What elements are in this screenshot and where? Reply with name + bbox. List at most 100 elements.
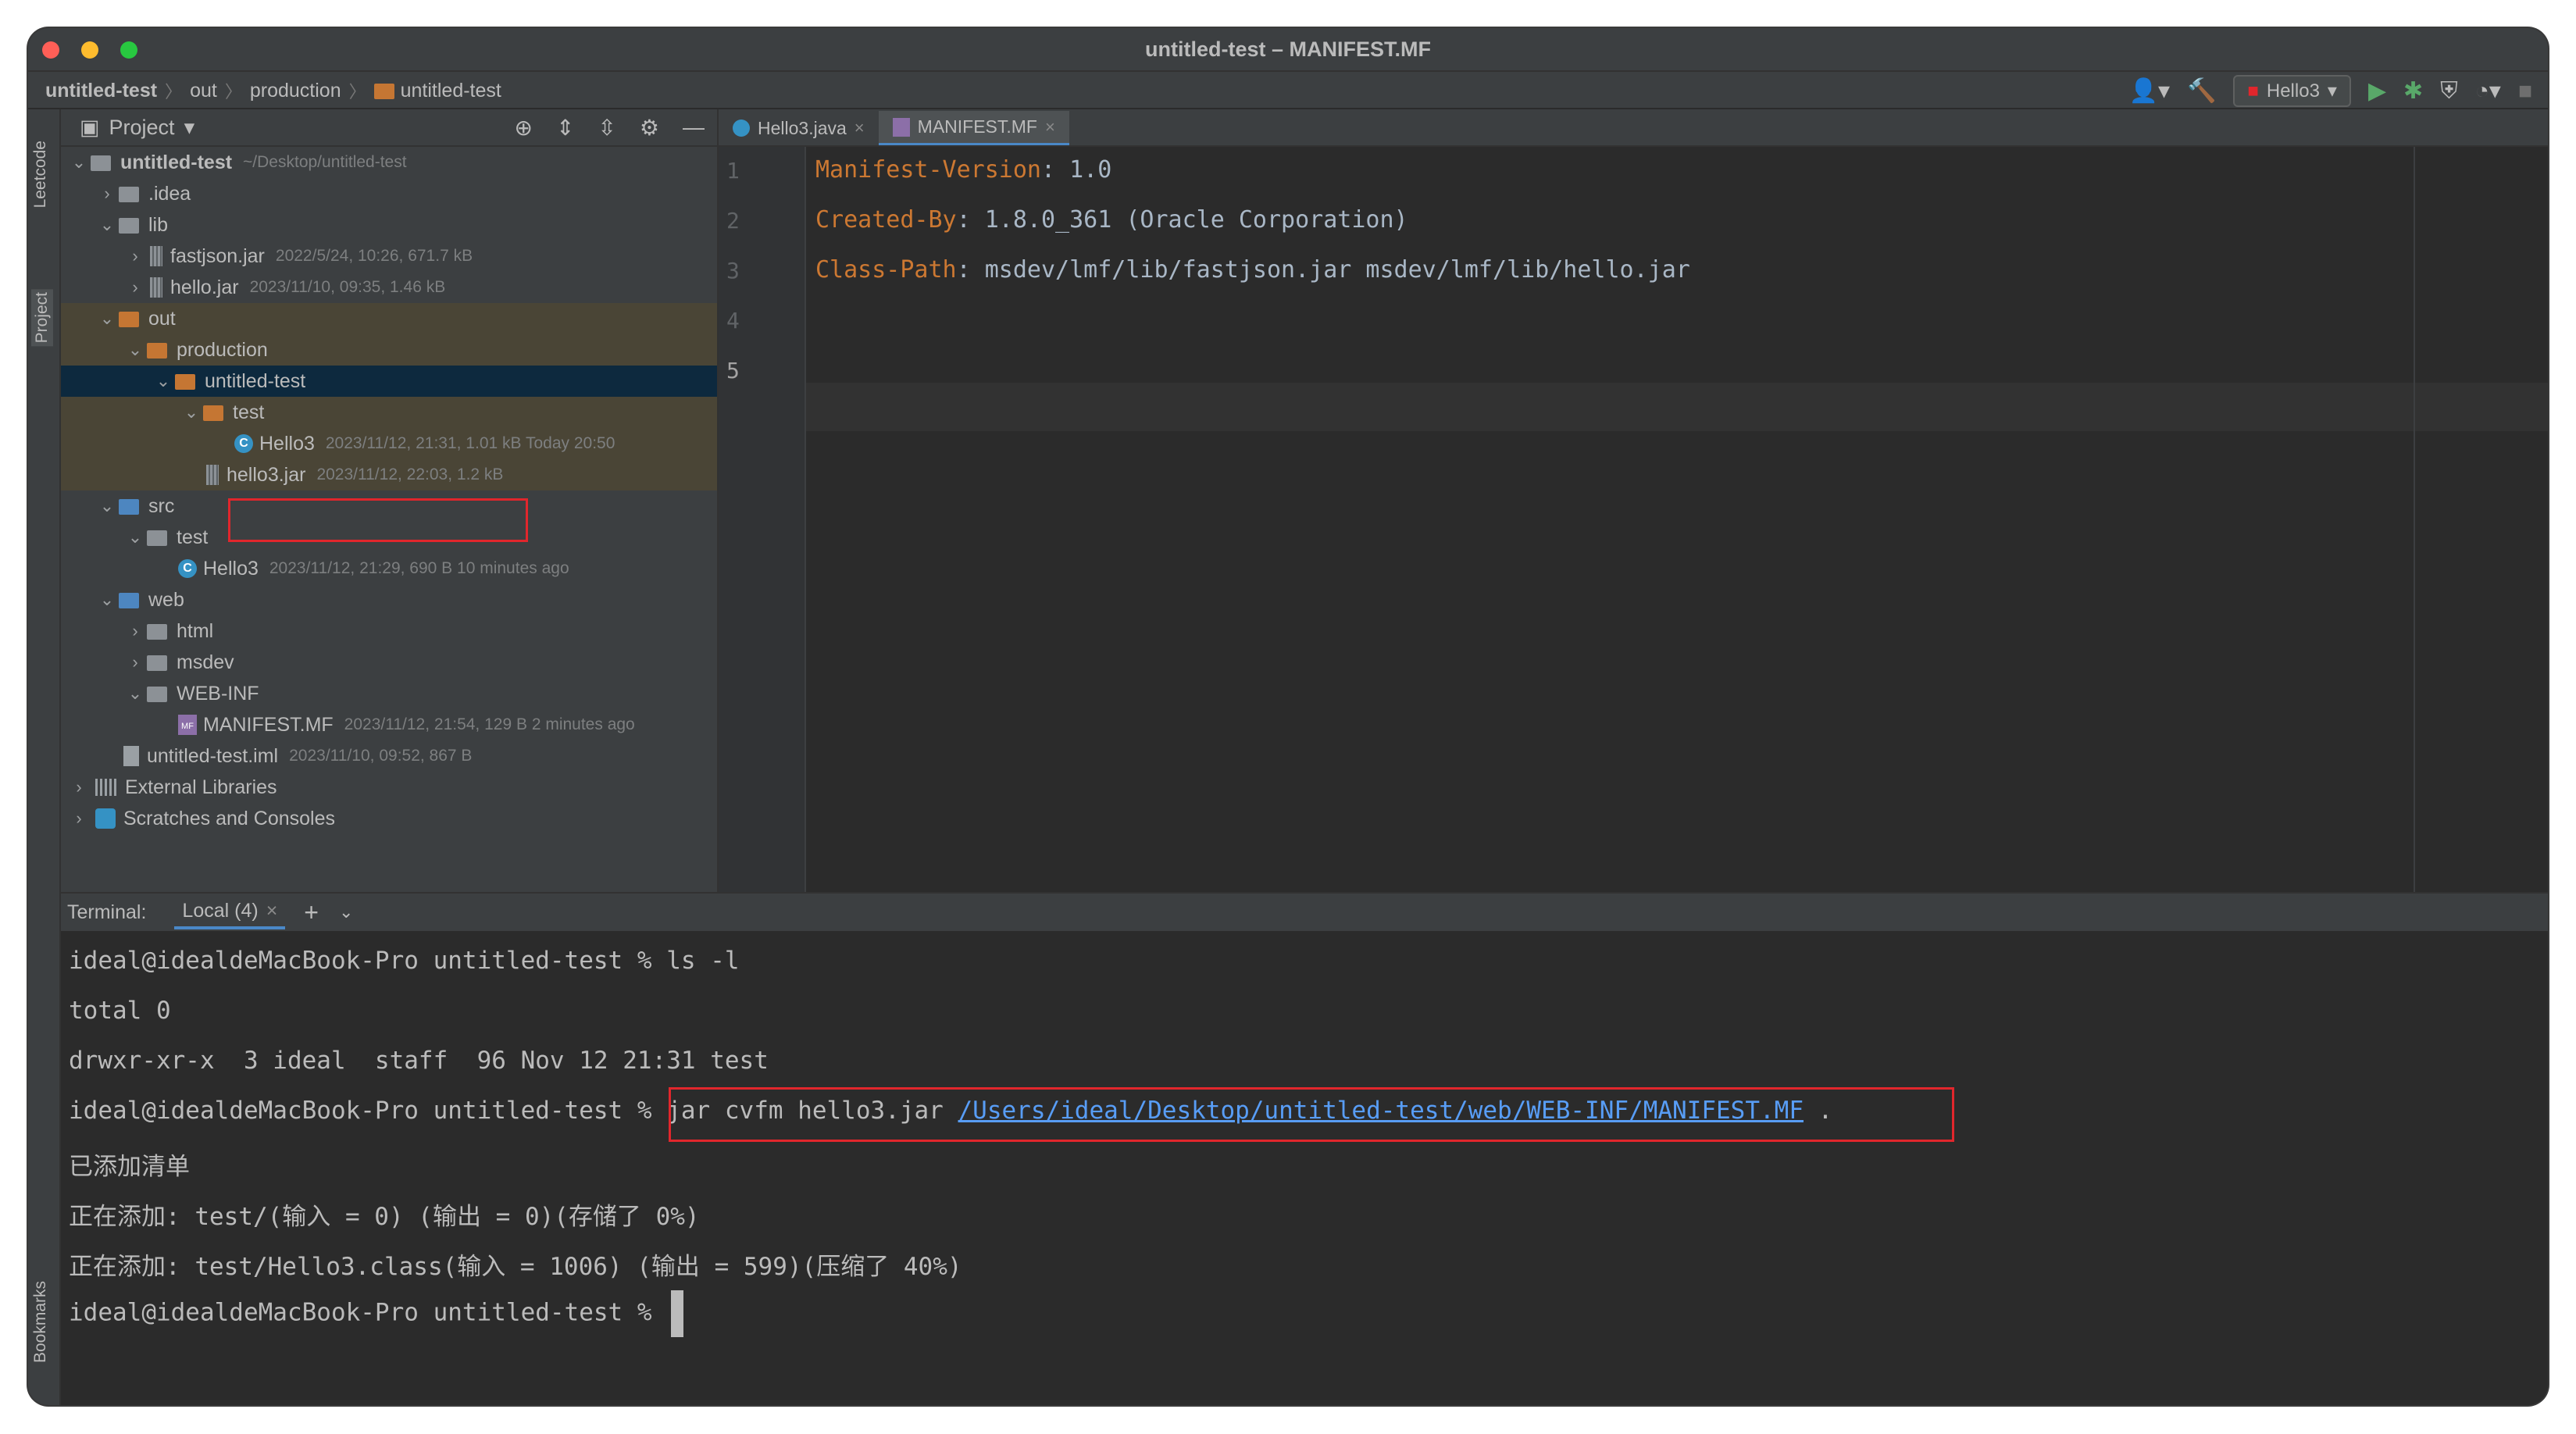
run-icon[interactable]: ▶ bbox=[2368, 77, 2386, 105]
current-line-highlight bbox=[806, 383, 2548, 431]
left-tool-stripe: Leetcode Project Bookmarks bbox=[28, 109, 61, 1405]
stop-icon[interactable]: ■ bbox=[2518, 77, 2532, 105]
profile-icon[interactable]: ◔▾ bbox=[2475, 77, 2501, 105]
terminal-line: total 0 bbox=[69, 997, 171, 1025]
chevron-down-icon[interactable]: ⌄ bbox=[180, 402, 203, 423]
folder-icon bbox=[147, 343, 167, 358]
terminal-label: Terminal: bbox=[67, 901, 147, 923]
collapse-all-icon[interactable]: ⇳ bbox=[598, 115, 615, 141]
window-title: untitled-test – MANIFEST.MF bbox=[1145, 37, 1431, 61]
code-line: Manifest-Version: 1.0 bbox=[815, 156, 1112, 184]
project-panel-header: ▣ Project ▾ ⊕ ⇕ ⇳ ⚙ — bbox=[61, 109, 717, 147]
tree-item[interactable]: › .idea bbox=[61, 178, 717, 209]
breadcrumb-item-project[interactable]: untitled-test bbox=[45, 80, 157, 102]
tree-item[interactable]: › html bbox=[61, 615, 717, 647]
class-icon: C bbox=[234, 434, 253, 453]
bookmarks-tool-tab[interactable]: Bookmarks bbox=[31, 1281, 50, 1363]
package-icon bbox=[147, 530, 167, 546]
new-terminal-icon[interactable]: + bbox=[304, 898, 319, 927]
tree-item[interactable]: › fastjson.jar 2022/5/24, 10:26, 671.7 k… bbox=[61, 241, 717, 272]
chevron-right-icon[interactable]: › bbox=[67, 777, 91, 797]
chevron-down-icon[interactable]: ▾ bbox=[184, 116, 195, 140]
terminal-header: Terminal: Local (4) × + ⌄ bbox=[61, 892, 2548, 933]
project-panel-title[interactable]: Project bbox=[109, 116, 175, 140]
terminal-line: ideal@idealdeMacBook-Pro untitled-test %… bbox=[69, 947, 740, 975]
tree-item[interactable]: C Hello3 2023/11/12, 21:29, 690 B 10 min… bbox=[61, 553, 717, 584]
breadcrumb: untitled-test 〉 out 〉 production 〉 untit… bbox=[45, 78, 501, 103]
tree-item[interactable]: ⌄ lib bbox=[61, 209, 717, 241]
breadcrumb-item-production[interactable]: production bbox=[250, 80, 341, 102]
close-icon[interactable]: × bbox=[266, 900, 278, 922]
expand-all-icon[interactable]: ⇕ bbox=[556, 115, 574, 141]
folder-icon bbox=[203, 405, 223, 421]
tree-item[interactable]: ⌄ untitled-test ~/Desktop/untitled-test bbox=[61, 147, 717, 178]
terminal-output[interactable]: ideal@idealdeMacBook-Pro untitled-test %… bbox=[61, 931, 2548, 1405]
chevron-down-icon[interactable]: ⌄ bbox=[95, 309, 119, 329]
terminal-tab-local[interactable]: Local (4) × bbox=[174, 895, 286, 929]
scratches-icon bbox=[95, 808, 116, 829]
leetcode-tool-tab[interactable]: Leetcode bbox=[31, 141, 50, 208]
tree-item[interactable]: ⌄ test bbox=[61, 397, 717, 428]
chevron-down-icon[interactable]: ⌄ bbox=[123, 683, 147, 704]
chevron-down-icon[interactable]: ⌄ bbox=[67, 152, 91, 173]
chevron-right-icon[interactable]: › bbox=[95, 184, 119, 204]
tree-item[interactable]: › Scratches and Consoles bbox=[61, 803, 717, 834]
chevron-down-icon[interactable]: ⌄ bbox=[152, 371, 175, 391]
chevron-right-icon[interactable]: › bbox=[123, 652, 147, 672]
source-folder-icon bbox=[119, 499, 139, 515]
close-icon[interactable]: × bbox=[855, 118, 865, 138]
project-panel: ▣ Project ▾ ⊕ ⇕ ⇳ ⚙ — ⌄ untitled-test ~/… bbox=[61, 109, 719, 892]
chevron-right-icon[interactable]: › bbox=[67, 808, 91, 829]
line-number-gutter: 1 2 3 4 5 bbox=[719, 147, 806, 892]
chevron-down-icon[interactable]: ⌄ bbox=[339, 902, 353, 922]
tree-item[interactable]: hello3.jar 2023/11/12, 22:03, 1.2 kB bbox=[61, 459, 717, 490]
tree-item[interactable]: ⌄ web bbox=[61, 584, 717, 615]
tree-item[interactable]: › External Libraries bbox=[61, 772, 717, 803]
project-tool-tab[interactable]: Project bbox=[31, 289, 53, 347]
code-editor[interactable]: 1 2 3 4 5 Manifest-Version: 1.0 Created-… bbox=[719, 147, 2548, 892]
navigation-bar: untitled-test 〉 out 〉 production 〉 untit… bbox=[28, 72, 2548, 109]
debug-bug-icon[interactable]: ✱ bbox=[2403, 77, 2423, 105]
run-configuration-dropdown[interactable]: ■ Hello3 ▾ bbox=[2233, 75, 2351, 107]
breadcrumb-item-module[interactable]: untitled-test bbox=[401, 80, 501, 102]
tree-item[interactable]: › msdev bbox=[61, 647, 717, 678]
hide-panel-icon[interactable]: — bbox=[683, 115, 705, 141]
tree-item[interactable]: untitled-test.iml 2023/11/10, 09:52, 867… bbox=[61, 740, 717, 772]
chevron-down-icon[interactable]: ⌄ bbox=[123, 527, 147, 548]
line-number: 2 bbox=[726, 208, 740, 234]
tree-item[interactable]: ⌄ production bbox=[61, 334, 717, 366]
folder-icon bbox=[147, 624, 167, 640]
jar-icon bbox=[206, 465, 219, 485]
tree-item[interactable]: ⌄ out bbox=[61, 303, 717, 334]
coverage-icon[interactable]: ⛨ bbox=[2440, 77, 2458, 105]
breadcrumb-item-out[interactable]: out bbox=[190, 80, 217, 102]
chevron-down-icon[interactable]: ⌄ bbox=[95, 590, 119, 610]
chevron-down-icon[interactable]: ⌄ bbox=[95, 215, 119, 235]
gear-icon[interactable]: ⚙ bbox=[640, 115, 659, 141]
locate-file-icon[interactable]: ⊕ bbox=[514, 115, 532, 141]
terminal-line: ideal@idealdeMacBook-Pro untitled-test % bbox=[69, 1290, 684, 1337]
tab-manifest-mf[interactable]: MANIFEST.MF × bbox=[878, 111, 1069, 145]
editor-tab-bar: Hello3.java × MANIFEST.MF × bbox=[719, 109, 2548, 147]
chevron-right-icon[interactable]: › bbox=[123, 621, 147, 641]
project-tree: ⌄ untitled-test ~/Desktop/untitled-test … bbox=[61, 147, 717, 834]
chevron-down-icon[interactable]: ⌄ bbox=[123, 340, 147, 360]
build-hammer-icon[interactable]: 🔨 bbox=[2187, 77, 2216, 105]
tree-item[interactable]: MF MANIFEST.MF 2023/11/12, 21:54, 129 B … bbox=[61, 709, 717, 740]
tree-item[interactable]: ⌄ WEB-INF bbox=[61, 678, 717, 709]
chevron-right-icon[interactable]: › bbox=[123, 246, 147, 266]
title-bar: untitled-test – MANIFEST.MF bbox=[28, 28, 2548, 72]
web-folder-icon bbox=[119, 593, 139, 608]
tree-item-selected[interactable]: ⌄ untitled-test bbox=[61, 366, 717, 397]
tab-hello3-java[interactable]: Hello3.java × bbox=[719, 111, 879, 145]
ide-window: untitled-test – MANIFEST.MF untitled-tes… bbox=[28, 28, 2548, 1405]
chevron-down-icon[interactable]: ⌄ bbox=[95, 496, 119, 516]
manifest-file-icon bbox=[892, 117, 910, 137]
manifest-file-icon: MF bbox=[178, 715, 197, 735]
tree-item[interactable]: › hello.jar 2023/11/10, 09:35, 1.46 kB bbox=[61, 272, 717, 303]
chevron-right-icon[interactable]: › bbox=[123, 277, 147, 298]
user-icon[interactable]: 👤▾ bbox=[2129, 77, 2170, 105]
close-icon[interactable]: × bbox=[1045, 117, 1055, 137]
tree-item[interactable]: C Hello3 2023/11/12, 21:31, 1.01 kB Toda… bbox=[61, 428, 717, 459]
jar-icon bbox=[150, 277, 162, 298]
